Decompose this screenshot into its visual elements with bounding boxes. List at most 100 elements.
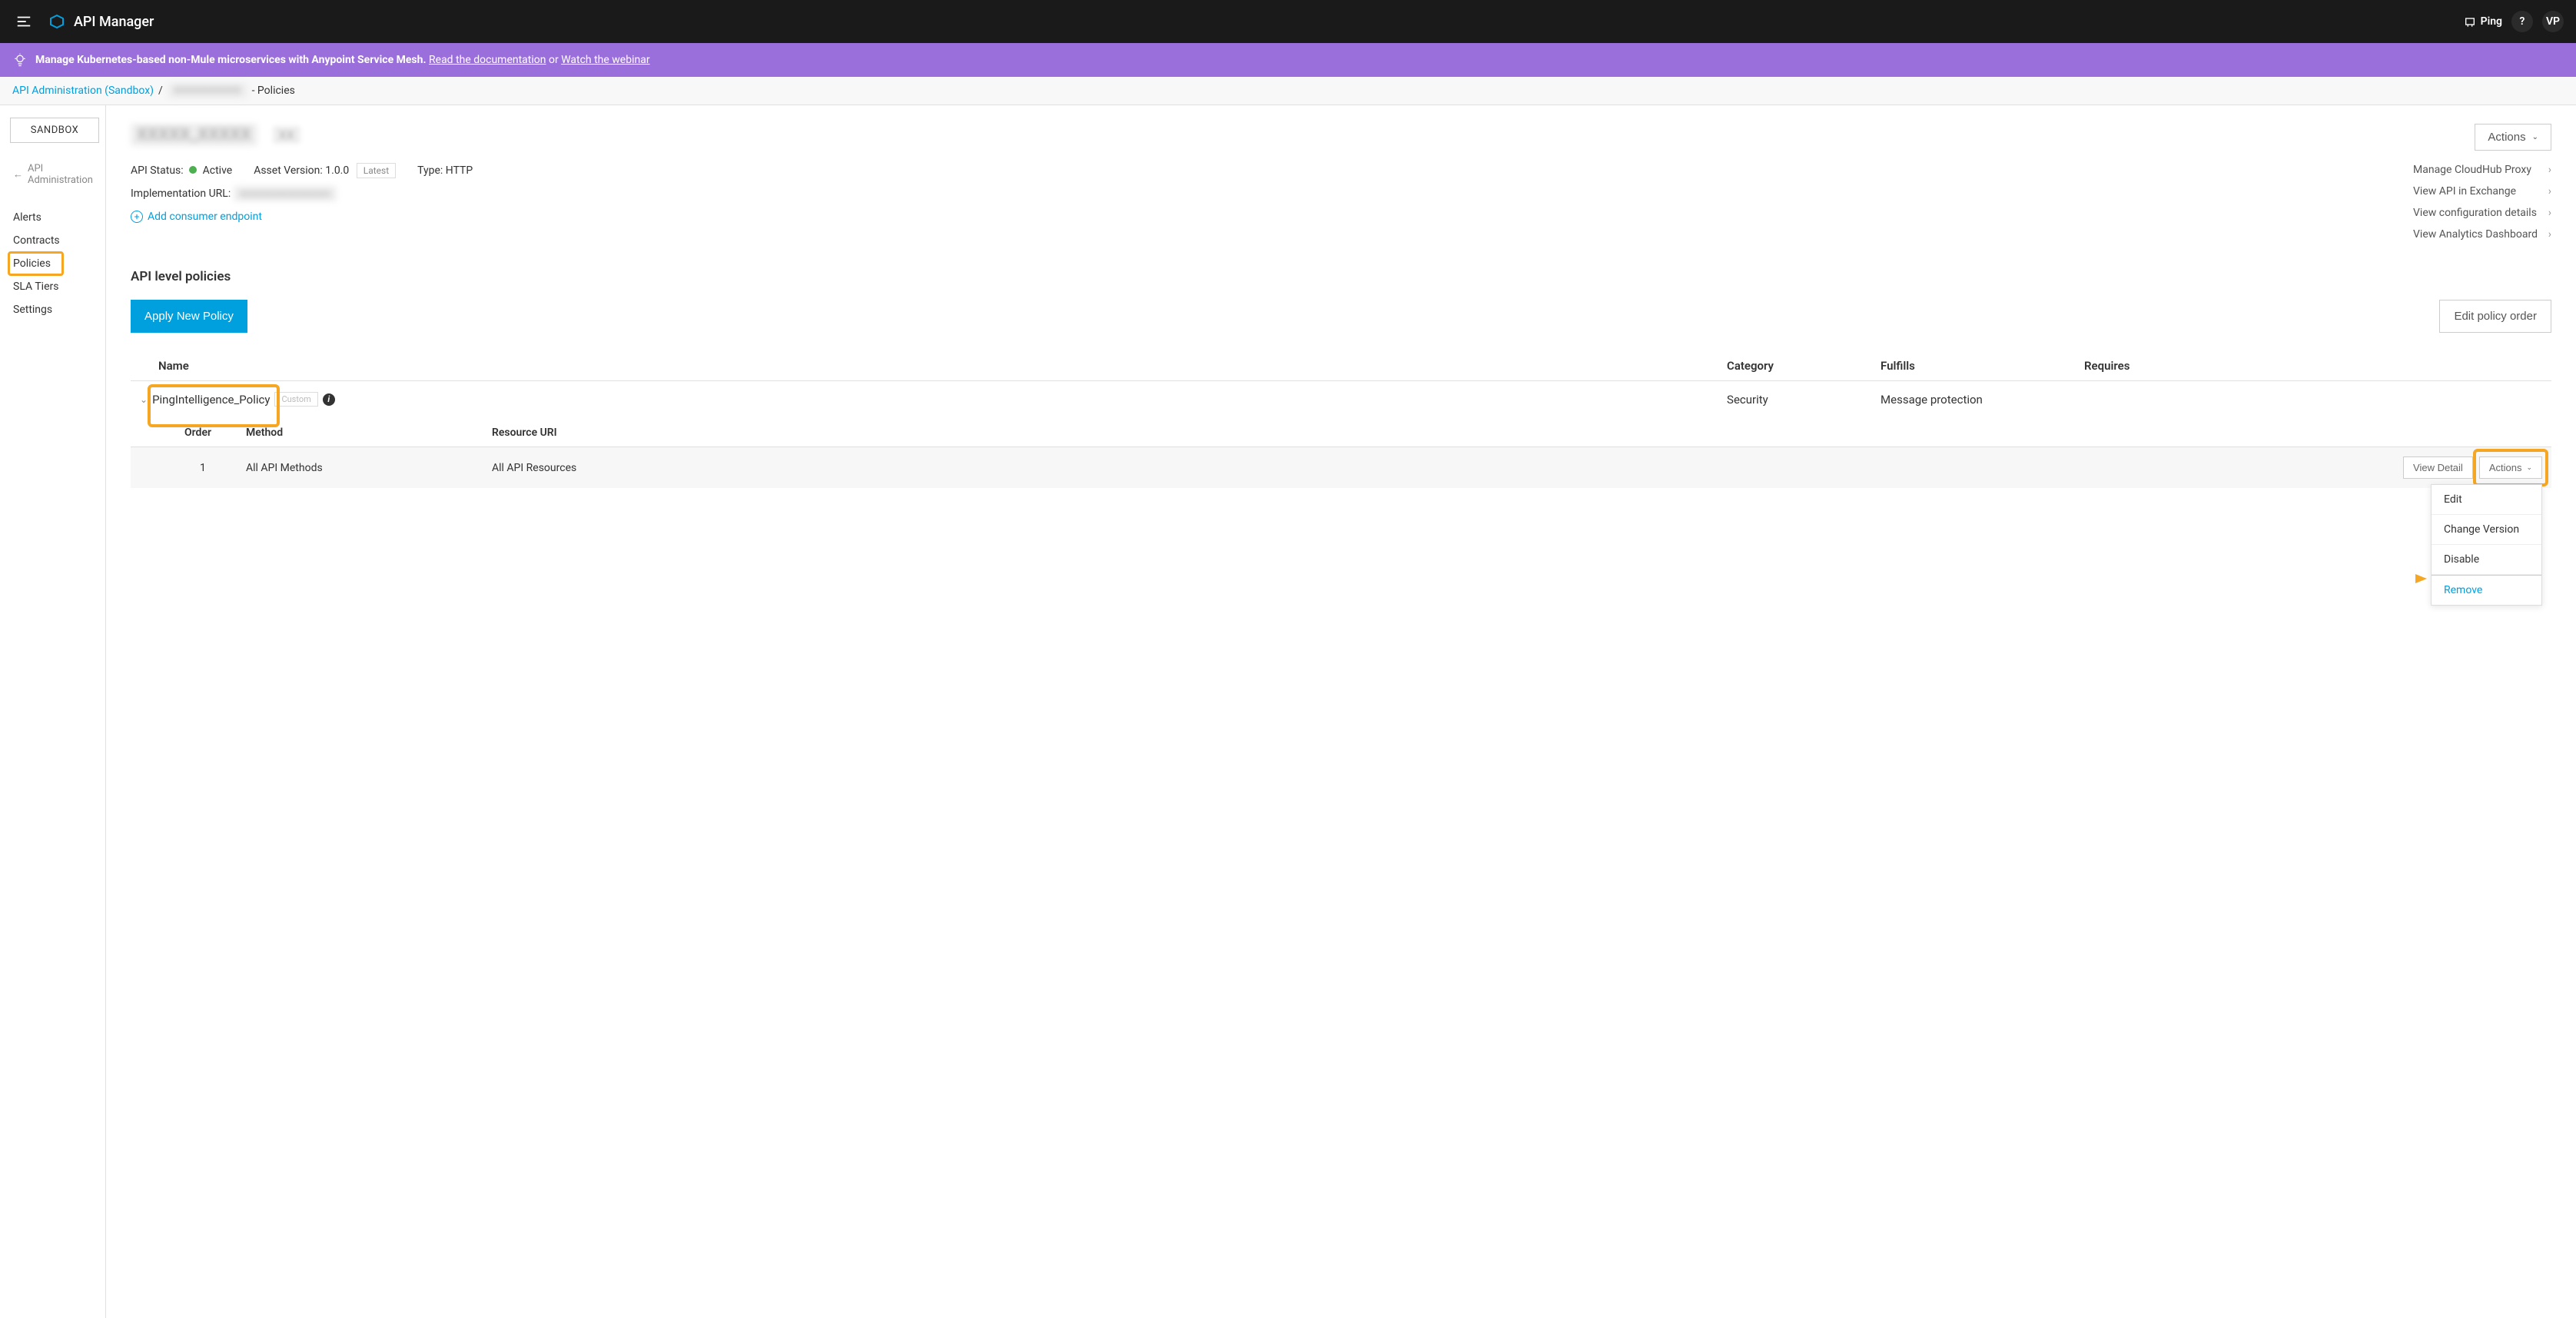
breadcrumb-tail: - Policies: [252, 85, 295, 97]
quick-link-label: View configuration details: [2413, 207, 2537, 219]
add-consumer-endpoint[interactable]: + Add consumer endpoint: [131, 211, 2551, 223]
sidebar-item-sla-tiers[interactable]: SLA Tiers: [4, 275, 105, 298]
sub-uri: All API Resources: [492, 462, 2403, 474]
main-content: XXXXX_XXXXX XX Actions ⌄ API Status: Act…: [106, 105, 2576, 1318]
custom-tag: Custom: [274, 392, 317, 407]
dropdown-edit[interactable]: Edit: [2432, 485, 2541, 515]
status-group: API Status: Active: [131, 164, 232, 177]
logo-icon: [48, 12, 66, 31]
dropdown-change-version[interactable]: Change Version: [2432, 515, 2541, 545]
policy-requires: [2075, 381, 2551, 418]
col-requires: Requires: [2075, 351, 2551, 381]
latest-tag: Latest: [357, 163, 396, 178]
quick-link-label: Manage CloudHub Proxy: [2413, 164, 2531, 176]
api-version: XX: [273, 126, 300, 144]
col-name: Name: [131, 351, 1718, 381]
nav-label: Settings: [13, 304, 52, 316]
nav-list: Alerts Contracts Policies SLA Tiers Sett…: [4, 206, 105, 321]
table-row: ⌄ PingIntelligence_Policy Custom i Secur…: [131, 381, 2551, 418]
api-type: Type: HTTP: [417, 164, 473, 177]
sub-table-header: Order Method Resource URI: [131, 417, 2551, 447]
col-category: Category: [1718, 351, 1871, 381]
apply-new-policy-button[interactable]: Apply New Policy: [131, 300, 247, 333]
row-actions-label: Actions: [2489, 462, 2522, 473]
nav-label: Policies: [13, 257, 51, 270]
arrow-annotation: [2350, 571, 2427, 586]
actions-dropdown: Edit Change Version Disable Remove: [2431, 484, 2542, 606]
menu-button[interactable]: [12, 10, 35, 33]
nav-label: Contracts: [13, 234, 60, 247]
add-endpoint-label: Add consumer endpoint: [148, 211, 262, 223]
sidebar-item-policies[interactable]: Policies: [4, 252, 105, 275]
status-value: Active: [203, 164, 233, 177]
sub-col-method: Method: [246, 427, 492, 439]
policy-category: Security: [1718, 381, 1871, 418]
user-avatar[interactable]: VP: [2542, 11, 2564, 32]
policy-name: PingIntelligence_Policy: [152, 393, 270, 407]
impl-url: xxxxxxxxxxxxxxxxx: [234, 186, 337, 201]
ping-icon: [2464, 15, 2476, 28]
arrow-left-icon: ←: [13, 168, 23, 181]
expand-toggle[interactable]: ⌄: [140, 394, 148, 405]
edit-policy-order-button[interactable]: Edit policy order: [2439, 300, 2551, 333]
brand-label: Ping: [2481, 15, 2502, 28]
row-actions-button[interactable]: Actions ⌄: [2479, 456, 2542, 479]
nav-label: SLA Tiers: [13, 281, 58, 293]
sidebar-item-contracts[interactable]: Contracts: [4, 229, 105, 252]
status-dot-icon: [189, 166, 197, 174]
chevron-right-icon: ›: [2548, 228, 2551, 241]
nav-label: Alerts: [13, 211, 41, 224]
chevron-down-icon: ⌄: [2526, 463, 2532, 472]
dropdown-disable[interactable]: Disable: [2432, 545, 2541, 575]
api-actions-button[interactable]: Actions ⌄: [2475, 124, 2551, 151]
help-button[interactable]: ?: [2511, 11, 2533, 32]
chevron-right-icon: ›: [2548, 164, 2551, 176]
back-label: API Administration: [28, 163, 96, 186]
brand-link[interactable]: Ping: [2464, 15, 2502, 28]
topbar: API Manager Ping ? VP: [0, 0, 2576, 43]
banner-between: or: [549, 54, 561, 66]
banner-webinar-link[interactable]: Watch the webinar: [561, 54, 649, 66]
sub-col-uri: Resource URI: [492, 427, 2551, 439]
banner-doc-link[interactable]: Read the documentation: [429, 54, 546, 66]
status-label: API Status:: [131, 164, 184, 177]
quick-links: Manage CloudHub Proxy › View API in Excha…: [2413, 159, 2551, 245]
chevron-right-icon: ›: [2548, 207, 2551, 219]
sidebar-item-settings[interactable]: Settings: [4, 298, 105, 321]
api-title: XXXXX_XXXXX: [131, 124, 257, 146]
back-link[interactable]: ← API Administration: [4, 158, 105, 191]
app-title: API Manager: [74, 14, 154, 30]
dropdown-remove[interactable]: Remove: [2432, 575, 2541, 605]
promo-banner: Manage Kubernetes-based non-Mule microse…: [0, 43, 2576, 77]
actions-label: Actions: [2488, 131, 2525, 144]
quick-link-label: View API in Exchange: [2413, 185, 2516, 198]
sub-col-order: Order: [184, 427, 246, 439]
asset-version-group: Asset Version: 1.0.0 Latest: [254, 164, 396, 177]
link-view-config[interactable]: View configuration details ›: [2413, 202, 2551, 224]
link-view-exchange[interactable]: View API in Exchange ›: [2413, 181, 2551, 202]
sidebar: SANDBOX ← API Administration Alerts Cont…: [0, 105, 106, 1318]
banner-bold: Manage Kubernetes-based non-Mule microse…: [35, 54, 427, 66]
link-manage-cloudhub[interactable]: Manage CloudHub Proxy ›: [2413, 159, 2551, 181]
view-detail-button[interactable]: View Detail: [2403, 456, 2473, 479]
lightbulb-icon: [12, 52, 28, 68]
environment-badge[interactable]: SANDBOX: [10, 118, 99, 143]
section-title: API level policies: [131, 269, 2551, 284]
asset-version: Asset Version: 1.0.0: [254, 164, 349, 177]
link-view-analytics[interactable]: View Analytics Dashboard›: [2413, 224, 2551, 245]
logo-area: API Manager: [48, 12, 154, 31]
info-icon[interactable]: i: [323, 393, 335, 406]
sidebar-item-alerts[interactable]: Alerts: [4, 206, 105, 229]
sub-order: 1: [184, 462, 246, 474]
breadcrumb-api-name: XXXXXXXXXX: [168, 83, 247, 98]
help-label: ?: [2520, 15, 2525, 28]
impl-label: Implementation URL:: [131, 188, 231, 200]
policy-fulfills: Message protection: [1871, 381, 2075, 418]
breadcrumb-root[interactable]: API Administration (Sandbox): [12, 85, 154, 97]
sub-method: All API Methods: [246, 462, 492, 474]
policy-table: Name Category Fulfills Requires ⌄ PingIn…: [131, 351, 2551, 417]
chevron-down-icon: ⌄: [2532, 133, 2538, 141]
menu-icon: [15, 13, 32, 30]
user-initials: VP: [2546, 15, 2560, 28]
chevron-right-icon: ›: [2548, 185, 2551, 198]
